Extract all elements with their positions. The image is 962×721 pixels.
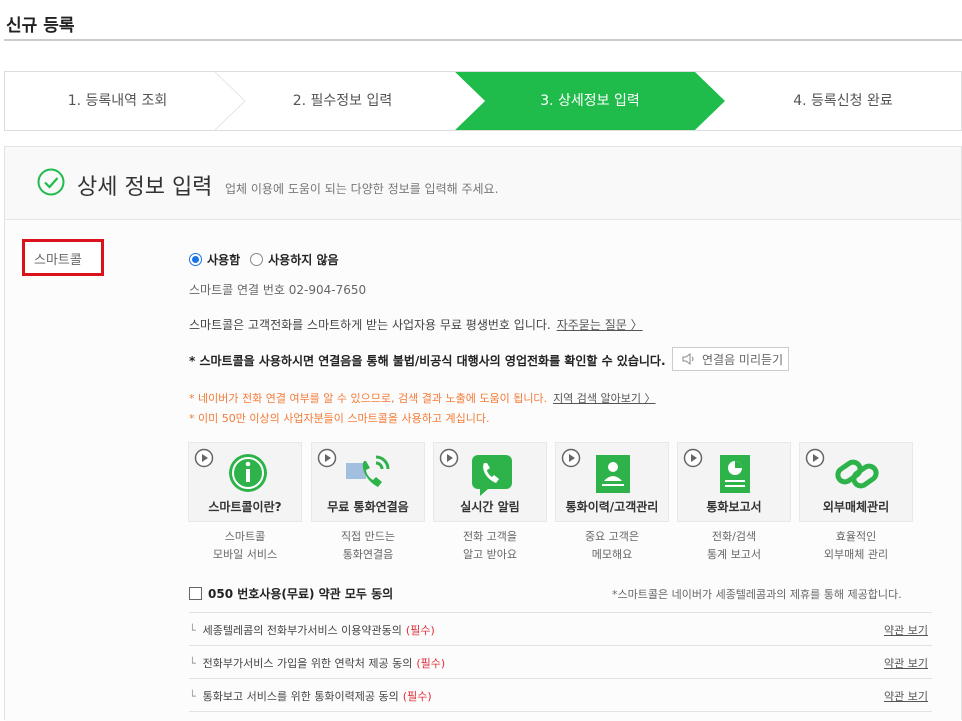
divider <box>189 678 932 679</box>
card-caption: 중요 고객은 메모해요 <box>584 530 640 561</box>
smartcall-warning: * 스마트콜을 사용하시면 연결음을 통해 불법/비공식 대행사의 영업전화를 … <box>189 354 666 368</box>
divider <box>189 612 932 613</box>
play-icon <box>317 448 337 468</box>
video-card-report[interactable]: 통화보고서 <box>677 442 791 522</box>
smartcall-radio-group: 사용함 사용하지 않음 <box>189 251 349 268</box>
card-title: 통화이력/고객관리 <box>565 500 659 514</box>
section-header: 상세 정보 입력 업체 이용에 도움이 되는 다양한 정보를 입력해 주세요. <box>5 147 961 220</box>
title-divider <box>4 39 962 41</box>
step-4: 4. 등록신청 완료 <box>793 93 893 109</box>
play-icon <box>439 448 459 468</box>
play-icon <box>683 448 703 468</box>
divider <box>189 645 932 646</box>
check-circle-icon <box>37 168 65 196</box>
video-card-ringtone[interactable]: 무료 통화연결음 <box>311 442 425 522</box>
required-badge: (필수) <box>405 624 435 637</box>
phone-ring-icon <box>346 455 390 487</box>
card-caption: 직접 만드는 통화연결음 <box>340 530 396 561</box>
sub-item-icon: └ <box>189 656 196 670</box>
agree-note: *스마트콜은 네이버가 세종텔레콤과의 제휴를 통해 제공합니다. <box>612 588 902 601</box>
card-caption: 스마트콜 모바일 서비스 <box>212 530 278 561</box>
play-icon <box>805 448 825 468</box>
card-title: 실시간 알림 <box>460 500 520 514</box>
term-row: └ 통화보고 서비스를 위한 통화이력제공 동의 (필수) <box>189 688 432 704</box>
video-card-smartcall[interactable]: 스마트콜이란? <box>188 442 302 522</box>
step-3-active: 3. 상세정보 입력 <box>540 93 640 109</box>
card-title: 통화보고서 <box>706 500 762 514</box>
card-caption: 전화 고객을 알고 받아요 <box>462 530 518 561</box>
view-terms-link[interactable]: 약관 보기 <box>884 688 928 704</box>
video-card-history[interactable]: 통화이력/고객관리 <box>555 442 669 522</box>
notice-2: * 이미 50만 이상의 사업자분들이 스마트콜을 사용하고 계십니다. <box>189 412 490 425</box>
agree-all-row: 050 번호사용(무료) 약관 모두 동의 <box>189 585 393 602</box>
card-title: 무료 통화연결음 <box>327 500 409 514</box>
speaker-icon <box>682 353 694 365</box>
smartcall-label: 스마트콜 <box>22 239 104 276</box>
link-icon <box>835 459 879 489</box>
local-search-link[interactable]: 지역 검색 알아보기 〉 <box>553 392 655 405</box>
required-badge: (필수) <box>402 690 432 703</box>
radio-not-use[interactable] <box>250 253 264 266</box>
sub-item-icon: └ <box>189 623 196 637</box>
view-terms-link[interactable]: 약관 보기 <box>884 655 928 671</box>
video-card-alert[interactable]: 실시간 알림 <box>433 442 547 522</box>
card-caption: 전화/검색 통계 보고서 <box>706 530 762 561</box>
term-row: └ 세종텔레콤의 전화부가서비스 이용약관동의 (필수) <box>189 622 435 638</box>
radio-use-label[interactable]: 사용함 <box>207 251 240 268</box>
sub-item-icon: └ <box>189 689 196 703</box>
phone-chat-icon <box>472 455 512 496</box>
info-icon <box>229 454 267 492</box>
smartcall-intro-line: 스마트콜은 고객전화를 스마트하게 받는 사업자용 무료 평생번호 입니다. 자주… <box>189 316 643 333</box>
required-badge: (필수) <box>416 657 446 670</box>
agree-all-checkbox[interactable] <box>189 587 202 600</box>
connect-number: 스마트콜 연결 번호 02-904-7650 <box>189 283 367 297</box>
step-2: 2. 필수정보 입력 <box>292 93 393 109</box>
radio-not-use-label[interactable]: 사용하지 않음 <box>268 251 338 268</box>
step-1: 1. 등록내역 조회 <box>67 93 168 109</box>
card-title: 외부매체관리 <box>822 500 890 514</box>
contact-card-icon <box>596 455 630 493</box>
report-icon <box>720 455 750 493</box>
detail-info-section: 상세 정보 입력 업체 이용에 도움이 되는 다양한 정보를 입력해 주세요. <box>4 146 962 721</box>
video-card-media[interactable]: 외부매체관리 <box>799 442 913 522</box>
term-row: └ 전화부가서비스 가입을 위한 연락처 제공 동의 (필수) <box>189 655 445 671</box>
term-label: 세종텔레콤의 전화부가서비스 이용약관동의 <box>202 624 402 637</box>
section-title: 상세 정보 입력 <box>77 175 213 200</box>
agree-all-label[interactable]: 050 번호사용(무료) 약관 모두 동의 <box>208 585 393 602</box>
radio-use[interactable] <box>189 253 202 266</box>
smartcall-intro: 스마트콜은 고객전화를 스마트하게 받는 사업자용 무료 평생번호 입니다. <box>189 318 551 332</box>
notice-1: * 네이버가 전화 연결 여부를 알 수 있으므로, 검색 결과 노출에 도움이… <box>189 392 548 405</box>
section-description: 업체 이용에 도움이 되는 다양한 정보를 입력해 주세요. <box>225 182 499 196</box>
card-caption: 효율적인 외부매체 관리 <box>823 530 889 561</box>
listen-button-label: 연결음 미리듣기 <box>702 352 784 367</box>
play-icon <box>561 448 581 468</box>
feature-video-cards: 스마트콜이란? 무료 통화연결음 실시간 알림 통화이력/고객관리 통화보고서 … <box>188 442 918 522</box>
notice-line-1: * 네이버가 전화 연결 여부를 알 수 있으므로, 검색 결과 노출에 도움이… <box>189 390 656 406</box>
card-title: 스마트콜이란? <box>208 500 282 514</box>
term-label: 통화보고 서비스를 위한 통화이력제공 동의 <box>202 690 399 703</box>
divider <box>189 711 932 712</box>
faq-link[interactable]: 자주묻는 질문 〉 <box>557 318 643 332</box>
listen-ringtone-button[interactable]: 연결음 미리듣기 <box>672 347 789 371</box>
view-terms-link[interactable]: 약관 보기 <box>884 622 928 638</box>
page-title: 신규 등록 <box>6 16 75 36</box>
term-label: 전화부가서비스 가입을 위한 연락처 제공 동의 <box>202 657 413 670</box>
play-icon <box>194 448 214 468</box>
progress-stepper: 1. 등록내역 조회 2. 필수정보 입력 3. 상세정보 입력 4. 등록신청… <box>4 71 962 131</box>
